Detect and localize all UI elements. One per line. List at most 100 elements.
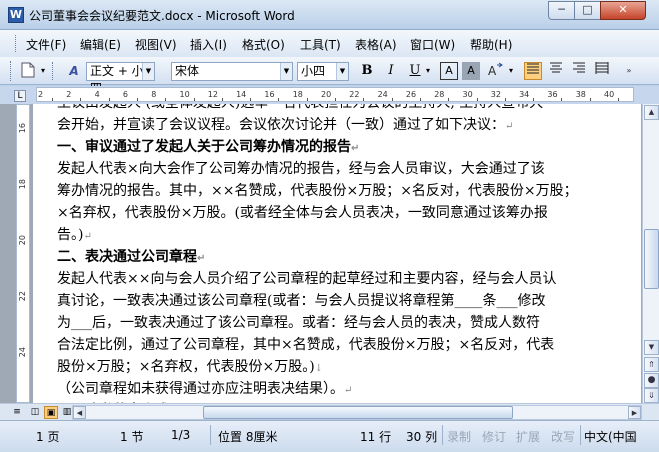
menu-insert[interactable]: 插入(I) — [190, 36, 227, 53]
horizontal-ruler[interactable]: 2 2 4 6 8 10 12 14 16 18 20 22 24 26 28 30 32 34 36 38 40 — [36, 87, 634, 102]
ruler-tick — [52, 98, 53, 101]
status-record[interactable]: 录制 — [447, 428, 471, 445]
status-extend[interactable]: 扩展 — [516, 428, 540, 445]
document-text-line[interactable]: （公司章程如未获得通过亦应注明表决结果）。↵ — [57, 378, 352, 402]
italic-button[interactable]: I — [382, 62, 400, 80]
document-heading-line[interactable]: 一、审议通过了发起人关于公司筹办情况的报告↵ — [57, 136, 359, 160]
ruler-number: 22 — [349, 90, 360, 99]
document-line-text: 为___后，一致表决通过了该公司章程。或者：经与会人员的表决，赞成人数符 — [57, 315, 540, 331]
styles-and-formatting-icon[interactable]: A — [64, 62, 84, 80]
word-app-icon[interactable]: W — [8, 7, 24, 23]
document-line-text: 告。) — [57, 227, 84, 243]
document-text-line[interactable]: ×名弃权，代表股份×万股。(或者经全体与会人员表决，一致同意通过该筹办报 — [57, 202, 548, 226]
web-layout-view-icon[interactable]: ◫ — [28, 406, 42, 419]
ruler-tick — [618, 98, 619, 101]
menu-format[interactable]: 格式(O) — [242, 36, 285, 53]
menu-file[interactable]: 文件(F) — [26, 36, 66, 53]
vertical-scrollbar[interactable]: ▲ ▼ ⇑ ● ⇓ — [642, 104, 659, 403]
scroll-up-icon[interactable]: ▲ — [644, 105, 659, 120]
svg-text:A: A — [488, 64, 497, 78]
ruler-number: 6 — [122, 90, 128, 99]
scroll-right-icon[interactable]: ▶ — [628, 406, 641, 419]
menu-help[interactable]: 帮助(H) — [470, 36, 512, 53]
window-title-bar[interactable]: W 公司董事会会议纪要范文.docx - Microsoft Word ─ □ … — [0, 0, 659, 30]
status-language[interactable]: 中文(中国 — [584, 428, 658, 445]
horizontal-scroll-thumb[interactable] — [203, 406, 513, 419]
document-text-line[interactable]: 告。)↵ — [57, 224, 92, 248]
minimize-button[interactable]: ─ — [548, 1, 575, 20]
document-line-text: 合法定比例，通过了公司章程，其中×名赞成，代表股份×万股；×名反对，代表 — [57, 337, 555, 353]
style-combo[interactable]: 正文 + 小四 ▼ — [86, 62, 155, 95]
scroll-left-icon[interactable]: ◀ — [73, 406, 86, 419]
ruler-tick — [80, 98, 82, 101]
ruler-number: 10 — [179, 90, 190, 99]
underline-options-icon[interactable]: ▾ — [423, 62, 433, 80]
tab-stop-selector-icon[interactable]: L — [14, 90, 26, 102]
next-page-icon[interactable]: ⇓ — [644, 388, 659, 403]
font-combo[interactable]: 宋体 ▼ — [171, 62, 293, 81]
browse-object-icon[interactable]: ● — [644, 373, 659, 388]
vertical-ruler[interactable]: 161820222426 — [16, 104, 30, 413]
bold-button[interactable]: B — [358, 62, 376, 80]
align-justify-button[interactable] — [524, 62, 542, 80]
document-text-line[interactable]: 为___后，一致表决通过了该公司章程。或者：经与会人员的表决，赞成人数符 — [57, 312, 540, 336]
scroll-down-icon[interactable]: ▼ — [644, 340, 659, 355]
toolbar-separator — [52, 62, 55, 80]
new-document-icon[interactable] — [18, 62, 38, 80]
ruler-tick — [250, 98, 252, 101]
chevron-down-icon[interactable]: ▼ — [336, 63, 348, 80]
print-layout-view-icon[interactable]: ▣ — [44, 406, 58, 419]
previous-page-icon[interactable]: ⇑ — [644, 357, 659, 372]
document-text-line[interactable]: 会开始，并宣读了会议议程。会议依次讨论并（一致）通过了如下决议：↵ — [57, 114, 513, 138]
document-text-line[interactable]: 合法定比例，通过了公司章程，其中×名赞成，代表股份×万股；×名反对，代表 — [57, 334, 554, 358]
status-separator — [580, 425, 581, 445]
font-size-combo[interactable]: 小四 ▼ — [297, 62, 349, 81]
menubar-grip-icon[interactable] — [15, 35, 18, 52]
menu-table[interactable]: 表格(A) — [355, 36, 397, 53]
status-overwrite[interactable]: 改写 — [551, 428, 575, 445]
document-line-text: 主议由发起人 (或全体发起人)选举一名代表担任为会议的主持人, 主持人宣布大 — [57, 104, 543, 111]
align-center-button[interactable] — [547, 62, 565, 80]
toolbar-more-icon[interactable]: » — [622, 62, 636, 80]
document-text-line[interactable]: 真讨论，一致表决通过该公司章程(或者：与会人员提议将章程第____条___修改 — [57, 290, 545, 314]
underline-button[interactable]: U — [406, 62, 424, 80]
document-line-text: 发起人代表×向大会作了公司筹办情况的报告，经与会人员审议，大会通过了该 — [57, 161, 545, 177]
document-text-line[interactable]: 发起人代表××向与会人员介绍了公司章程的起草经过和主要内容，经与会人员认 — [57, 268, 556, 292]
character-scaling-options-icon[interactable]: ▾ — [506, 62, 516, 80]
status-revision[interactable]: 修订 — [482, 428, 506, 445]
window-title: 公司董事会会议纪要范文.docx - Microsoft Word — [29, 9, 295, 23]
align-right-button[interactable] — [570, 62, 588, 80]
document-heading-line[interactable]: 二、表决通过公司章程↵ — [57, 246, 205, 270]
vertical-scroll-thumb[interactable] — [644, 229, 659, 289]
close-button[interactable]: ✕ — [600, 1, 646, 20]
chevron-down-icon[interactable]: ▼ — [280, 63, 292, 80]
document-page[interactable]: 主议由发起人 (或全体发起人)选举一名代表担任为会议的主持人, 主持人宣布大会开… — [33, 104, 641, 403]
status-page: 1 页 — [36, 430, 60, 444]
ruler-number: 2 — [38, 90, 44, 99]
character-shading-button[interactable]: A — [462, 62, 480, 80]
menu-window[interactable]: 窗口(W) — [410, 36, 455, 53]
status-separator — [210, 425, 211, 445]
ruler-number: 4 — [94, 90, 100, 99]
toolbar-grip-icon[interactable] — [10, 61, 13, 81]
menu-view[interactable]: 视图(V) — [135, 36, 177, 53]
character-scaling-icon[interactable]: A — [484, 62, 506, 80]
document-text-line[interactable]: 筹办情况的报告。其中，××名赞成，代表股份×万股；×名反对，代表股份×万股； — [57, 180, 578, 204]
ruler-tick — [165, 98, 167, 101]
document-text-line[interactable]: 股份×万股；×名弃权，代表股份×万股。)↓ — [57, 356, 323, 380]
distributed-align-button[interactable] — [593, 62, 611, 80]
status-position: 位置 8厘米 — [218, 430, 278, 444]
toolbar-options-icon[interactable]: ▾ — [38, 62, 48, 80]
maximize-button[interactable]: □ — [574, 1, 601, 20]
document-text-line[interactable]: 发起人代表×向大会作了公司筹办情况的报告，经与会人员审议，大会通过了该 — [57, 158, 545, 182]
document-line-text: 发起人代表××向与会人员介绍了公司章程的起草经过和主要内容，经与会人员认 — [57, 271, 557, 287]
paragraph-mark: ↓ — [314, 363, 324, 374]
normal-view-icon[interactable]: ≡ — [10, 406, 24, 419]
vertical-ruler-number: 22 — [18, 291, 27, 302]
menu-tools[interactable]: 工具(T) — [300, 36, 341, 53]
chevron-down-icon[interactable]: ▼ — [142, 63, 154, 80]
menu-edit[interactable]: 编辑(E) — [80, 36, 121, 53]
character-border-button[interactable]: A — [440, 62, 458, 80]
ruler-number: 18 — [292, 90, 303, 99]
horizontal-scrollbar[interactable]: ◀ ▶ — [72, 405, 642, 420]
